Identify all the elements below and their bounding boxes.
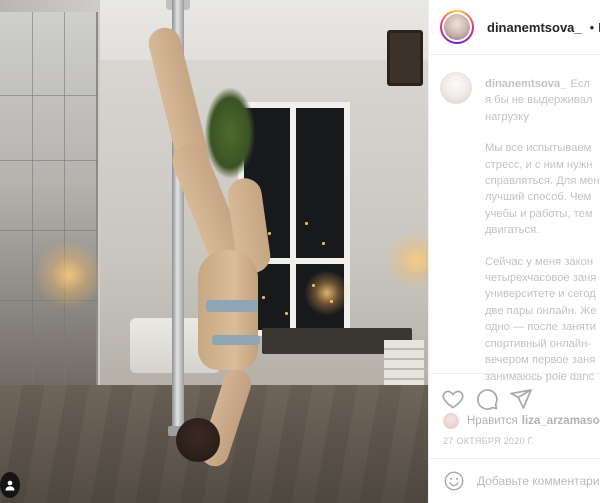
caption-line: лучший способ. Чем — [485, 191, 592, 204]
liker-avatar — [443, 413, 459, 429]
caption-line: Есл — [570, 78, 590, 90]
city-light — [305, 222, 308, 225]
mirror-seam — [32, 12, 33, 390]
caption-line: четырехчасовое заня — [485, 272, 597, 285]
window-frame — [290, 102, 296, 336]
caption-line: Сейчас у меня закон — [485, 255, 594, 268]
caption-line: две пары онлайн. Же — [485, 304, 597, 317]
likes-summary[interactable]: Нравится liza_arzamasov — [443, 412, 600, 430]
avatar-inner — [442, 12, 472, 42]
caption-line: университете и сегод — [485, 288, 596, 301]
author-avatar[interactable] — [440, 10, 474, 44]
caption-line: нагрузку — [485, 110, 529, 123]
photo-lantern — [387, 30, 423, 86]
caption-line: спортивный онлайн- — [485, 337, 592, 350]
comment-button[interactable] — [475, 387, 499, 411]
user-tag-icon[interactable] — [0, 472, 20, 498]
caption-line: двигаться. — [485, 224, 540, 237]
post-date[interactable]: 27 ОКТЯБРЯ 2020 Г. — [443, 436, 534, 446]
caption-line: вечером первое заня — [485, 354, 596, 367]
city-light — [262, 296, 265, 299]
post-caption: dinanemtsova_ Есл я бы не выдерживал нагр… — [485, 76, 600, 400]
mirror-seam — [64, 12, 65, 390]
caption-line: справляться. Для мен — [485, 175, 600, 188]
candle-glow — [34, 240, 104, 310]
heart-icon — [442, 390, 464, 409]
caption-author[interactable]: dinanemtsova_ — [485, 78, 566, 90]
city-light — [285, 312, 288, 315]
candle-glow — [304, 270, 350, 316]
caption-line: я бы не выдерживал — [485, 94, 593, 107]
smiley-icon[interactable] — [443, 470, 465, 492]
figure-band — [212, 335, 260, 345]
post-sidebar: dinanemtsova_ • П dinanemtsova_ Есл я бы … — [428, 0, 600, 503]
comment-bar — [429, 458, 600, 503]
caption-line: стресс, и с ним нужн — [485, 158, 593, 171]
city-light — [322, 242, 325, 245]
photo-mirror — [0, 12, 98, 390]
mirror-seam — [0, 95, 98, 96]
caption-line: Мы все испытываем — [485, 142, 592, 155]
mirror-seam — [0, 160, 98, 161]
post-header: dinanemtsova_ • П — [429, 0, 600, 55]
city-light — [268, 232, 271, 235]
caption-line: одно — после заняти — [485, 321, 597, 334]
author-username[interactable]: dinanemtsova_ — [487, 20, 582, 35]
like-button[interactable] — [441, 387, 465, 411]
avatar-image — [444, 14, 470, 40]
caption-line: учебы и работы, тем — [485, 207, 593, 220]
caption-author-avatar[interactable] — [440, 72, 472, 104]
post-photo[interactable] — [0, 0, 428, 503]
figure-head — [176, 418, 220, 462]
photo-crate — [384, 340, 424, 388]
figure-band — [206, 300, 258, 312]
header-separator: • — [589, 19, 595, 35]
liked-by-user[interactable]: liza_arzamasov — [522, 415, 600, 427]
liked-by-prefix: Нравится — [467, 415, 518, 427]
share-button[interactable] — [509, 387, 533, 411]
comment-input[interactable] — [477, 474, 600, 488]
photo-plant — [205, 88, 255, 178]
comment-bubble-icon — [476, 389, 498, 410]
mirror-seam — [0, 230, 98, 231]
paper-plane-icon — [510, 389, 532, 409]
